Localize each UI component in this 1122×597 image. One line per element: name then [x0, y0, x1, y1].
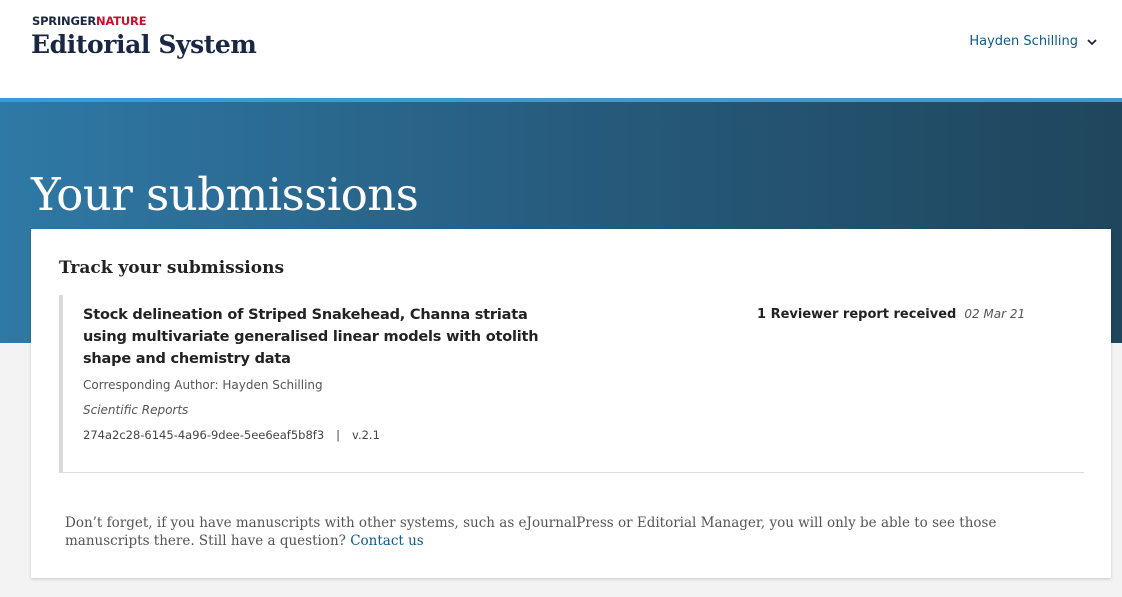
submission-item[interactable]: Stock delineation of Striped Snakehead, … — [59, 295, 1084, 473]
help-note: Don’t forget, if you have manuscripts wi… — [65, 514, 1055, 550]
site-header: SPRINGERNATURE Editorial System Hayden S… — [0, 0, 1122, 98]
status-text: 1 Reviewer report received — [757, 307, 957, 322]
brand-springer: SPRINGER — [32, 14, 97, 28]
help-text: Don’t forget, if you have manuscripts wi… — [65, 515, 997, 549]
springer-nature-logo[interactable]: SPRINGERNATURE — [32, 14, 147, 28]
submission-id: 274a2c28-6145-4a96-9dee-5ee6eaf5b8f3 — [83, 428, 325, 442]
submission-id-row: 274a2c28-6145-4a96-9dee-5ee6eaf5b8f3 | v… — [83, 428, 380, 442]
chevron-down-icon[interactable] — [1086, 36, 1098, 48]
submission-title[interactable]: Stock delineation of Striped Snakehead, … — [83, 304, 553, 370]
submission-version: v.2.1 — [352, 428, 380, 442]
status-date: 02 Mar 21 — [964, 307, 1026, 321]
user-menu[interactable]: Hayden Schilling — [969, 34, 1098, 49]
corresponding-author: Corresponding Author: Hayden Schilling — [83, 378, 323, 392]
app-title[interactable]: Editorial System — [31, 30, 257, 59]
id-separator: | — [336, 428, 341, 442]
card-title: Track your submissions — [59, 258, 285, 278]
journal-name: Scientific Reports — [83, 403, 189, 417]
user-name[interactable]: Hayden Schilling — [969, 34, 1078, 49]
submissions-card: Track your submissions Stock delineation… — [31, 229, 1111, 578]
submission-status: 1 Reviewer report received 02 Mar 21 — [757, 307, 1025, 322]
contact-us-link[interactable]: Contact us — [350, 533, 424, 549]
page-title: Your submissions — [31, 168, 419, 222]
brand-nature: NATURE — [96, 14, 147, 28]
